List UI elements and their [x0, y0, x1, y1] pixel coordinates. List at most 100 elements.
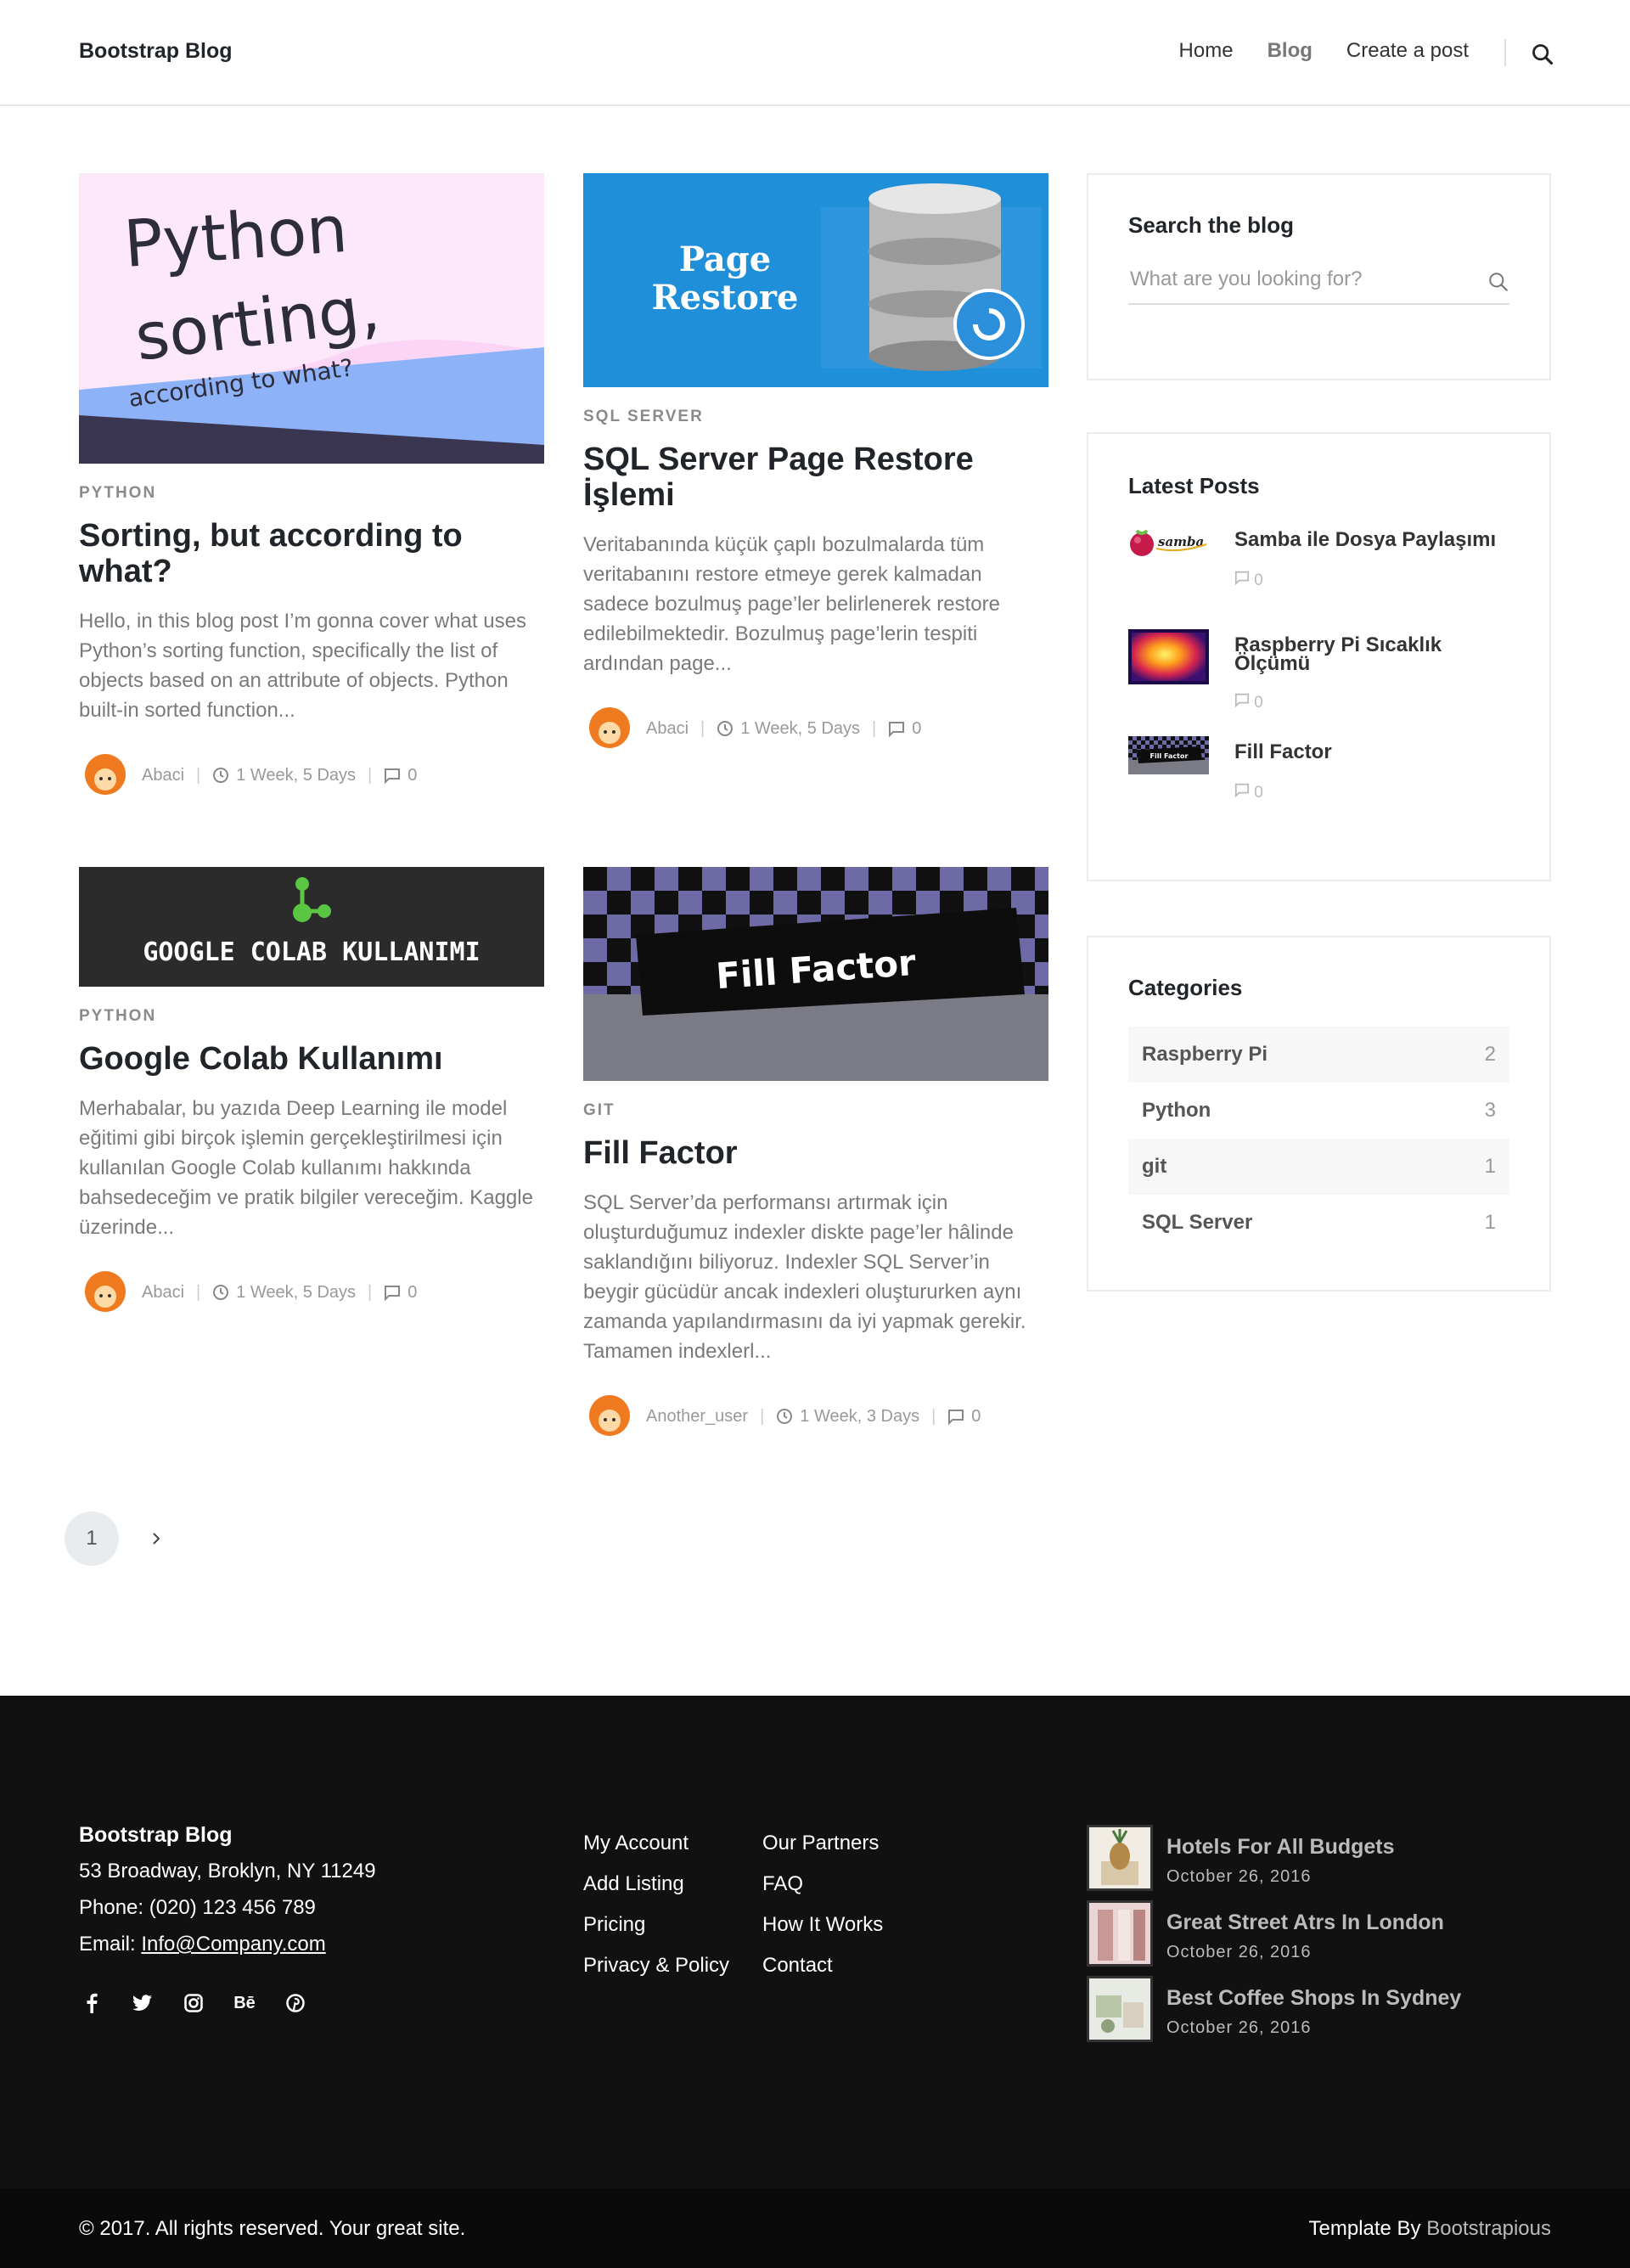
latest-post-thumbnail — [1128, 629, 1209, 684]
footer-post-thumbnail — [1087, 1976, 1153, 2042]
main-nav: Home Blog Create a post — [1179, 39, 1469, 63]
post-author[interactable]: Abaci — [646, 719, 689, 739]
latest-post-title[interactable]: Samba ile Dosya Paylaşımı — [1234, 530, 1515, 550]
search-icon[interactable] — [1487, 271, 1509, 293]
author-avatar — [79, 1266, 132, 1319]
category-item-raspberry-pi[interactable]: Raspberry Pi 2 — [1128, 1027, 1509, 1083]
post-title[interactable]: Fill Factor — [583, 1135, 1048, 1171]
latest-post-comments-count: 0 — [1254, 571, 1263, 589]
svg-text:Fill Factor: Fill Factor — [1150, 752, 1189, 760]
chevron-right-icon[interactable] — [146, 1528, 166, 1549]
post-thumbnail[interactable]: Page Restore — [583, 173, 1048, 387]
nav-create-post[interactable]: Create a post — [1346, 39, 1469, 63]
latest-post-title[interactable]: Fill Factor — [1234, 742, 1515, 763]
latest-post-title[interactable]: Raspberry Pi Sıcaklık Ölçümü — [1234, 635, 1515, 674]
post-comments-count[interactable]: 0 — [912, 719, 921, 739]
search-form — [1128, 262, 1509, 305]
latest-post-item[interactable]: Raspberry Pi Sıcaklık Ölçümü 0 — [1128, 629, 1510, 712]
post-author[interactable]: Abaci — [142, 766, 184, 785]
footer-post-item[interactable]: Best Coffee Shops In Sydney October 26, … — [1087, 1976, 1511, 2042]
pagination-page-1[interactable]: 1 — [65, 1511, 119, 1566]
post-meta: Abaci | 1 Week, 5 Days | 0 — [583, 702, 1048, 755]
instagram-icon[interactable] — [183, 1993, 204, 2013]
author-avatar — [79, 749, 132, 802]
search-input[interactable] — [1128, 262, 1509, 296]
post-excerpt: SQL Server’da performansı artırmak için … — [583, 1191, 1026, 1363]
post-card: Page Restore SQL SERVER SQL Server Page … — [583, 173, 1048, 755]
search-widget-title: Search the blog — [1128, 212, 1295, 238]
category-item-python[interactable]: Python 3 — [1128, 1083, 1509, 1139]
footer-link-pricing[interactable]: Pricing — [583, 1913, 645, 1937]
latest-post-comments-count: 0 — [1254, 784, 1263, 802]
footer-link-contact[interactable]: Contact — [762, 1954, 833, 1978]
footer-post-item[interactable]: Great Street Atrs In London October 26, … — [1087, 1900, 1511, 1967]
search-widget: Search the blog — [1087, 173, 1551, 380]
svg-text:Python: Python — [121, 191, 350, 282]
post-category[interactable]: GIT — [583, 1101, 1048, 1120]
latest-post-comments-count: 0 — [1254, 694, 1263, 712]
latest-post-item[interactable]: samba Samba ile Dosya Paylaşımı 0 — [1128, 524, 1510, 600]
site-brand[interactable]: Bootstrap Blog — [79, 39, 233, 64]
post-thumbnail[interactable]: Python sorting, according to what? — [79, 173, 544, 464]
footer-link-our-partners[interactable]: Our Partners — [762, 1832, 879, 1855]
twitter-icon[interactable] — [132, 1993, 153, 2013]
post-title[interactable]: Google Colab Kullanımı — [79, 1041, 544, 1077]
post-thumbnail[interactable]: GOOGLE COLAB KULLANIMI — [79, 867, 544, 987]
category-count: 1 — [1484, 1211, 1496, 1234]
footer-link-how-it-works[interactable]: How It Works — [762, 1913, 883, 1937]
social-links: Bē — [82, 1993, 306, 2013]
category-count: 1 — [1484, 1155, 1496, 1178]
pinterest-icon[interactable] — [285, 1993, 306, 2013]
footer: Bootstrap Blog 53 Broadway, Broklyn, NY … — [0, 1696, 1630, 2188]
latest-post-thumbnail: samba — [1128, 524, 1209, 562]
footer-post-title[interactable]: Hotels For All Budgets — [1166, 1835, 1395, 1860]
behance-icon[interactable]: Bē — [233, 1993, 256, 2013]
comment-icon — [1234, 571, 1250, 586]
post-title[interactable]: Sorting, but according to what? — [79, 518, 544, 589]
post-excerpt: Hello, in this blog post I’m gonna cover… — [79, 610, 526, 722]
post-category[interactable]: SQL SERVER — [583, 408, 1048, 426]
comment-icon — [385, 768, 401, 784]
python-sorting-image: Python sorting, according to what? — [79, 173, 544, 464]
category-item-sql-server[interactable]: SQL Server 1 — [1128, 1195, 1509, 1251]
footer-link-my-account[interactable]: My Account — [583, 1832, 689, 1855]
footer-post-date: October 26, 2016 — [1166, 1867, 1312, 1886]
svg-text:GOOGLE COLAB KULLANIMI: GOOGLE COLAB KULLANIMI — [143, 937, 480, 967]
comment-icon — [385, 1286, 401, 1301]
post-comments-count[interactable]: 0 — [971, 1407, 981, 1427]
footer-post-date: October 26, 2016 — [1166, 1943, 1312, 1961]
category-item-git[interactable]: git 1 — [1128, 1139, 1509, 1195]
footer-email-line: Email: Info@Company.com — [79, 1933, 326, 1956]
post-thumbnail[interactable]: Fill Factor — [583, 867, 1048, 1081]
post-author[interactable]: Another_user — [646, 1407, 748, 1427]
author-avatar — [583, 1390, 636, 1443]
latest-post-meta: 0 — [1234, 692, 1263, 712]
nav-home[interactable]: Home — [1179, 39, 1234, 63]
post-author[interactable]: Abaci — [142, 1283, 184, 1303]
post-comments-count[interactable]: 0 — [408, 766, 417, 785]
search-icon[interactable] — [1531, 42, 1554, 66]
post-category[interactable]: PYTHON — [79, 1007, 544, 1026]
nav-divider — [1504, 39, 1506, 66]
clock-icon — [717, 721, 734, 736]
template-credit-link[interactable]: Bootstrapious — [1426, 2217, 1551, 2240]
footer-link-add-listing[interactable]: Add Listing — [583, 1872, 684, 1896]
footer-post-thumbnail — [1087, 1825, 1153, 1891]
fill-factor-image: Fill Factor — [583, 867, 1048, 1081]
footer-post-title[interactable]: Great Street Atrs In London — [1166, 1911, 1444, 1935]
post-card: Python sorting, according to what? PYTHO… — [79, 173, 544, 802]
nav-blog[interactable]: Blog — [1267, 39, 1312, 63]
footer-brand: Bootstrap Blog — [79, 1823, 233, 1847]
latest-post-item[interactable]: Fill Factor Fill Factor 0 — [1128, 736, 1510, 813]
footer-post-title[interactable]: Best Coffee Shops In Sydney — [1166, 1986, 1461, 2011]
footer-email-link[interactable]: Info@Company.com — [141, 1933, 325, 1956]
footer-link-faq[interactable]: FAQ — [762, 1872, 803, 1896]
post-comments-count[interactable]: 0 — [408, 1283, 417, 1303]
post-title[interactable]: SQL Server Page Restore İşlemi — [583, 442, 1048, 513]
post-meta: Another_user | 1 Week, 3 Days | 0 — [583, 1390, 1048, 1443]
footer-post-item[interactable]: Hotels For All Budgets October 26, 2016 — [1087, 1825, 1511, 1891]
clock-icon — [213, 1285, 229, 1300]
footer-link-privacy-policy[interactable]: Privacy & Policy — [583, 1954, 729, 1978]
facebook-icon[interactable] — [82, 1993, 102, 2013]
post-category[interactable]: PYTHON — [79, 484, 544, 503]
